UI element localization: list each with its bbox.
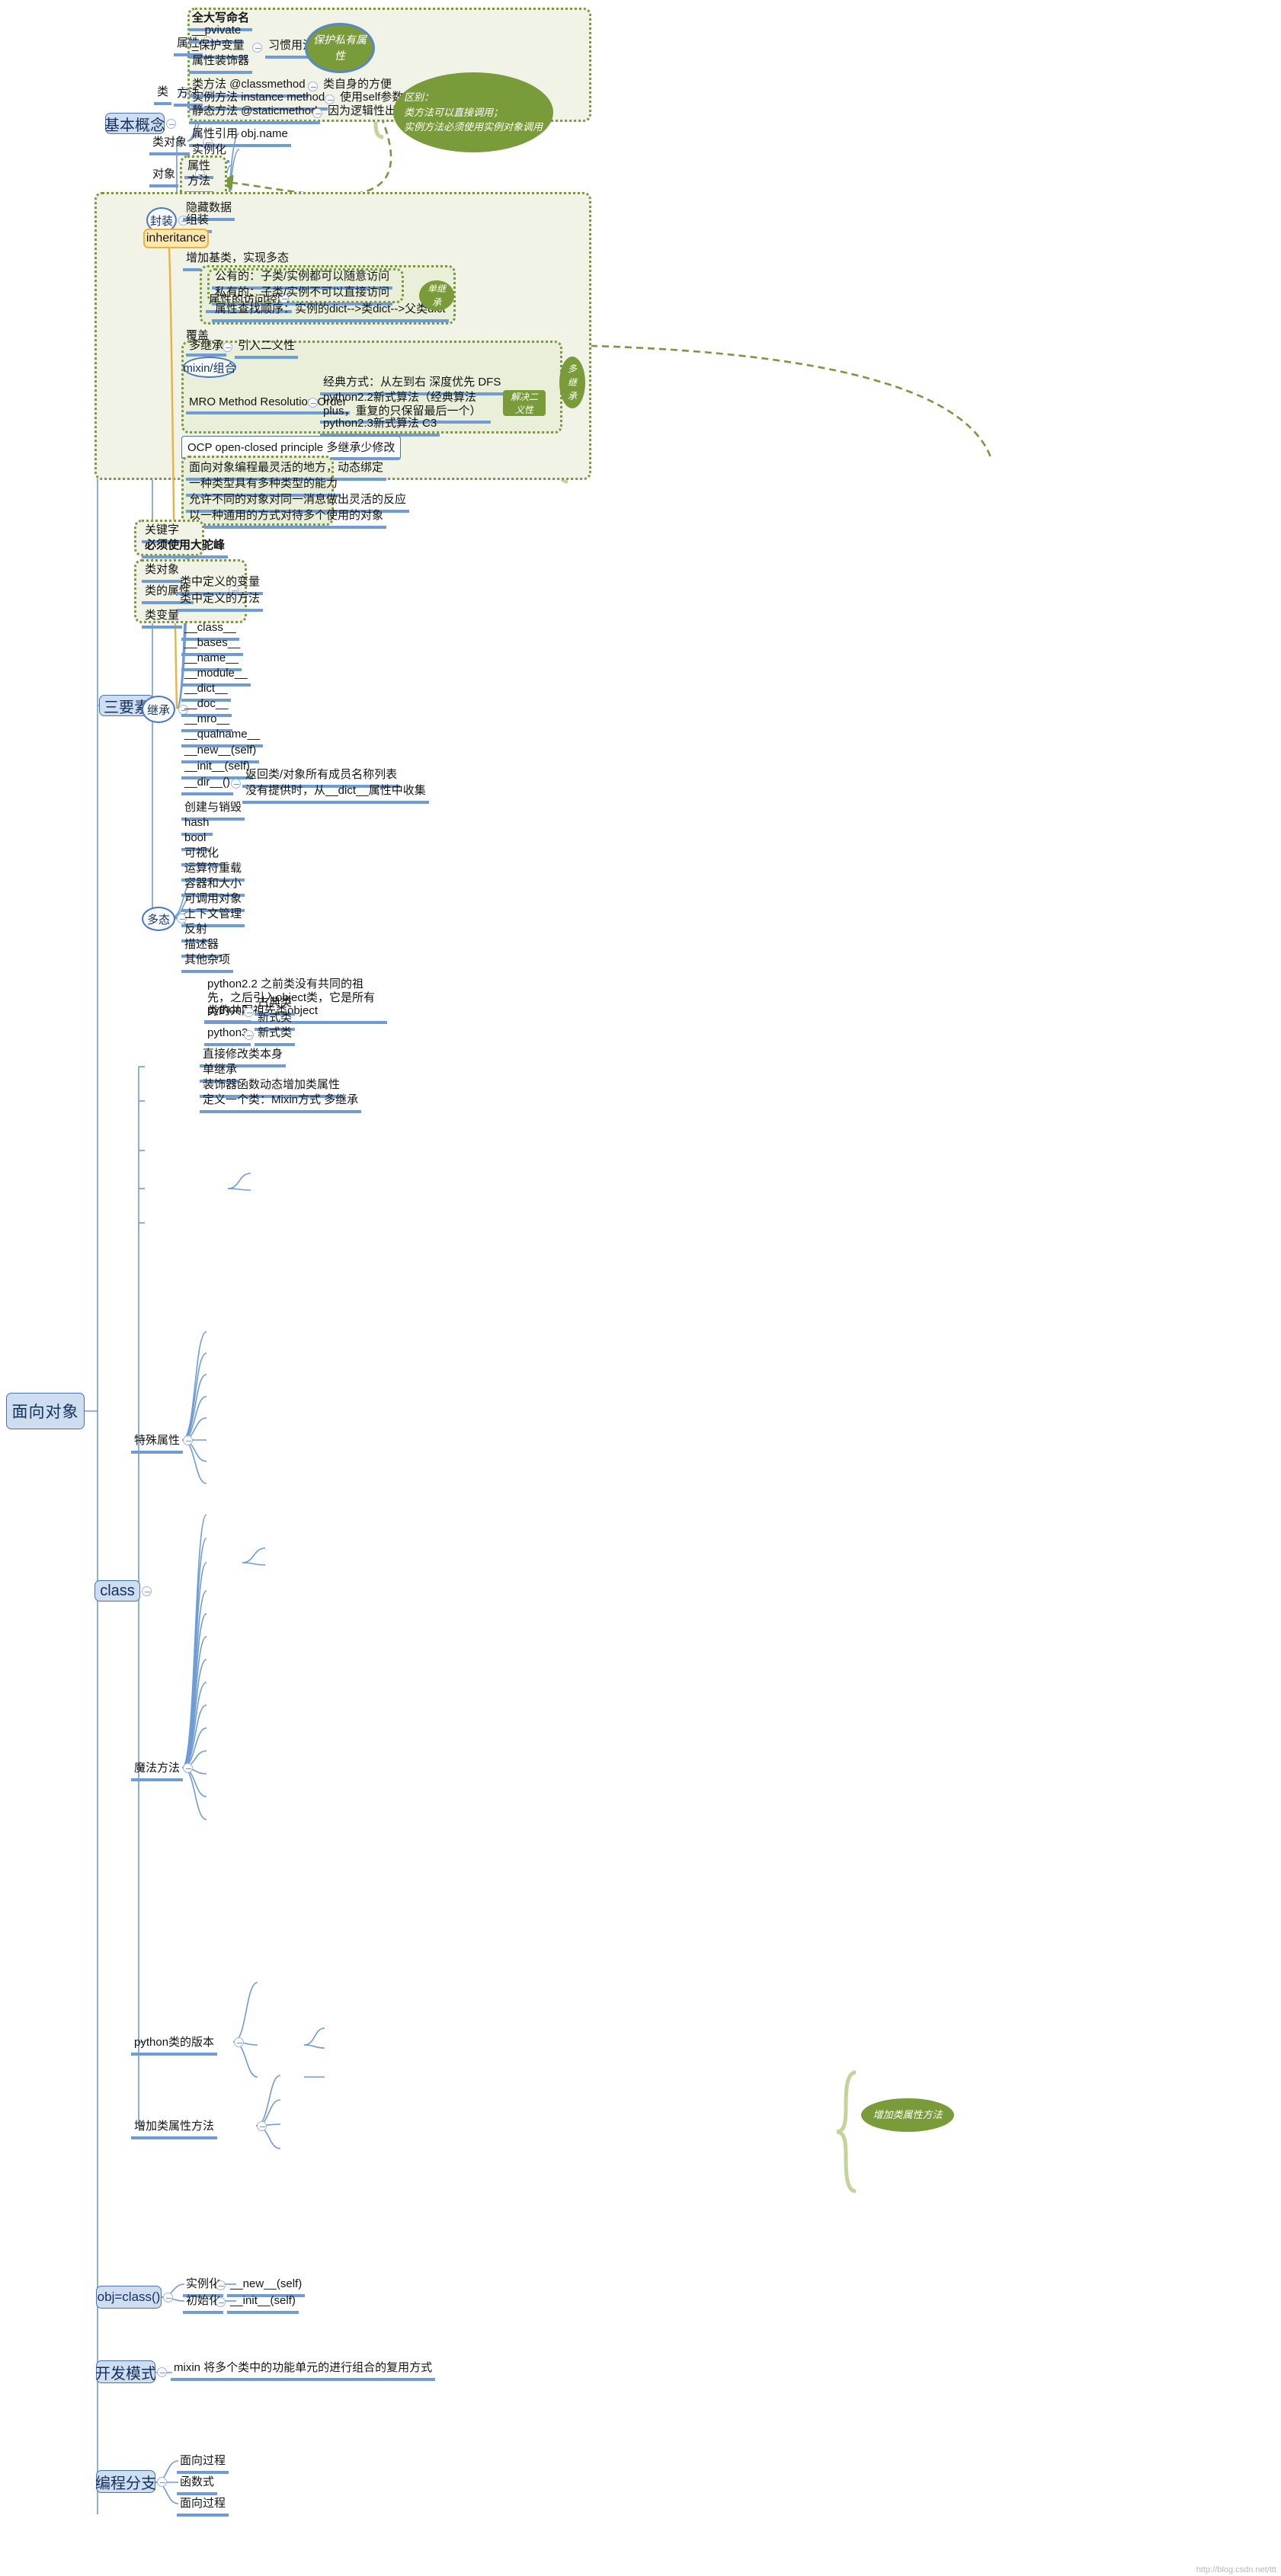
branch-multi-inheritance[interactable]: 多继承 [186,338,227,357]
attr-item-3[interactable]: 属性装饰器 [189,53,253,74]
branch-inheritance[interactable]: 继承 [142,696,175,723]
access-control-item-2[interactable]: 属性查找顺序：实例的dict-->类dict-->父类dict [212,302,449,322]
toggle-magic-methods[interactable] [183,1763,193,1773]
root-node[interactable]: 面向对象 [6,1393,85,1429]
branch-class-label: 类 [157,85,169,98]
toggle-mro[interactable] [308,398,318,408]
topic-basic-concepts[interactable]: 基本概念 [104,113,165,134]
toggle-dir-method[interactable] [231,779,241,789]
toggle-protected-var[interactable] [252,43,262,53]
topic-dev-mode[interactable]: 开发模式 [95,2360,156,2383]
callout-multi-inheritance-outer[interactable]: 多继承 [559,357,585,408]
python-version-1-sub-0[interactable]: 新式类 [255,1026,296,1046]
callout-protect-private[interactable]: 保护私有属性 [305,23,375,73]
magic-method-2-sub-1[interactable]: 没有提供时，从__dict__属性中收集 [242,783,429,804]
magic-method-2[interactable]: __dir__() [181,775,234,795]
mindmap-canvas: 面向对象 基本概念 类 属性 全大写命名 __pvivate _保护变量 习惯用… [0,0,1281,2576]
polymorphism-item-3[interactable]: 以一种通用的方式对待多个使用的对象 [186,508,387,529]
topic-basic-concepts-label: 基本概念 [104,117,165,134]
branch-class-object[interactable]: 类对象 [149,133,191,155]
callout-method-difference[interactable]: 区别： 类方法可以直接调用； 实例方法必须使用实例对象调用 [393,72,553,152]
toggle-python-versions[interactable] [234,2037,244,2047]
programming-branch-item-2[interactable]: 面向过程 [177,2496,229,2517]
add-class-attr-item-3[interactable]: 定义一个类：Mixin方式 多继承 [200,1093,362,1113]
toggle-basic-concepts[interactable] [166,119,176,129]
branch-python-versions[interactable]: python类的版本 [131,2033,218,2056]
toggle-dev-mode[interactable] [157,2367,167,2377]
branch-mixin[interactable]: mixin/组合 [183,357,236,378]
keyword-item-1[interactable]: 必须使用大驼峰 [142,538,229,558]
toggle-add-class-attr[interactable] [257,2121,267,2131]
object-item-1[interactable]: 方法 [184,174,214,194]
class-attr-item-1[interactable]: 类中定义的方法 [177,591,264,612]
callout-add-class-attr[interactable]: 增加类属性方法 [861,2098,954,2132]
multi-inheritance-note[interactable]: 引入二义性 [235,338,299,359]
branch-object[interactable]: 对象 [149,165,179,187]
toggle-staticmethod[interactable] [312,108,322,118]
branch-add-class-attr[interactable]: 增加类属性方法 [131,2117,218,2139]
toggle-obj-class[interactable] [163,2293,173,2302]
toggle-programming-branch[interactable] [157,2477,167,2487]
root-label: 面向对象 [11,1403,79,1421]
magic-method-13[interactable]: 其他杂项 [181,952,234,973]
toggle-special-attrs[interactable] [183,1435,193,1445]
toggle-python2[interactable] [244,1007,254,1017]
topic-programming-branch[interactable]: 编程分支 [95,2470,156,2493]
callout-single-inheritance[interactable]: 单继承 [419,280,454,311]
toggle-initialize[interactable] [216,2297,226,2307]
method-item-2[interactable]: 静态方法 @staticmethod [189,104,321,124]
topic-obj-class[interactable]: obj=class() [96,2286,162,2309]
toggle-multi-inheritance[interactable] [223,342,232,352]
badge-inheritance[interactable]: inheritance [143,229,209,248]
topic-class[interactable]: class [94,1580,140,1602]
programming-branch-item-1[interactable]: 函数式 [177,2475,218,2495]
class-obj-item-1[interactable]: 类变量 [142,608,183,629]
toggle-python3[interactable] [244,1030,254,1040]
mro-item-2[interactable]: python2.3新式算法 C3 [320,416,440,437]
dev-mode-item[interactable]: mixin 将多个类中的功能单元的进行组合的复用方式 [171,2360,436,2381]
branch-class[interactable]: 类 [154,82,172,105]
branch-polymorphism[interactable]: 多态 [142,907,175,931]
programming-branch-item-0[interactable]: 面向过程 [177,2453,229,2474]
callout-resolve-ambiguity[interactable]: 解决二义性 [503,390,546,416]
branch-magic-methods[interactable]: 魔法方法 [131,1758,184,1781]
watermark: http://blog.csdn.net/ttt [1196,2565,1276,2574]
toggle-instantiate[interactable] [216,2280,226,2290]
toggle-topic-class[interactable] [142,1586,152,1596]
obj-class-row-1-value[interactable]: __init__(self) [227,2293,299,2314]
branch-special-attrs[interactable]: 特殊属性 [131,1431,184,1454]
